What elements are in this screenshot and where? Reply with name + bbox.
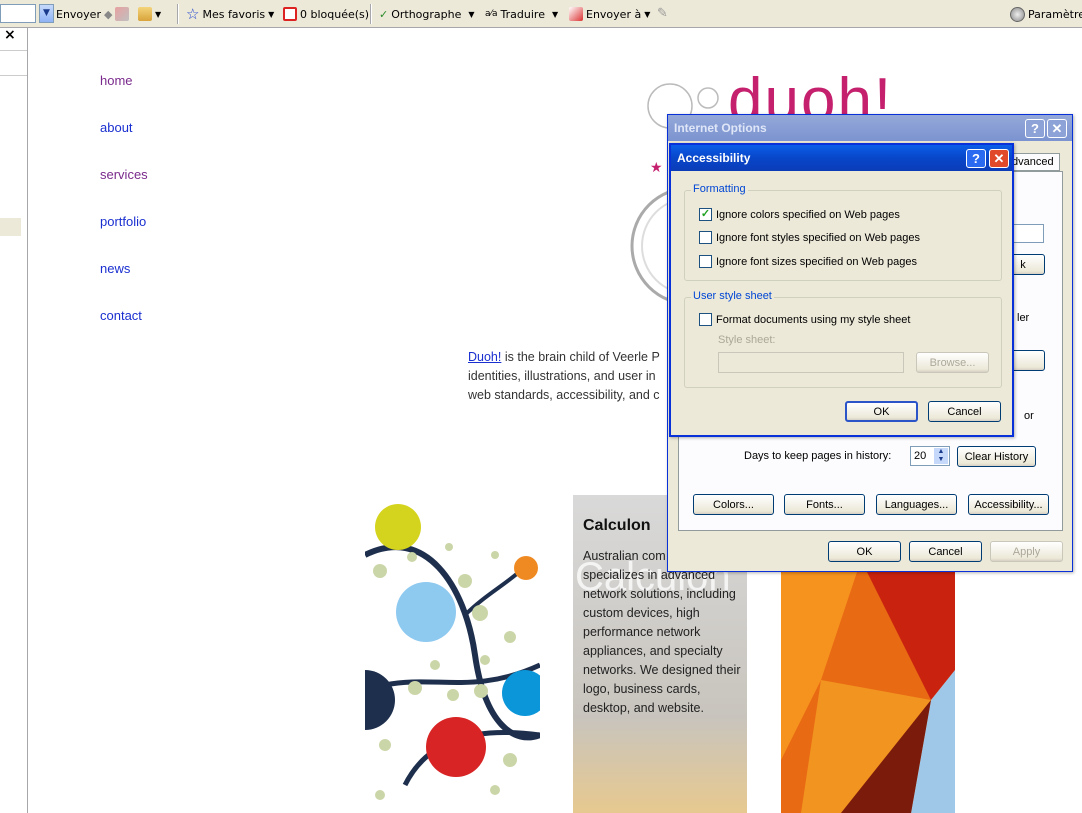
nav-portfolio[interactable]: portfolio (100, 214, 146, 229)
panel-divider (0, 50, 27, 51)
history-days-spinner[interactable]: 20 ▲ ▼ (910, 446, 950, 466)
fonts-button[interactable]: Fonts... (784, 494, 865, 515)
translate-icon: a⁄a (485, 9, 498, 19)
chevron-down-icon: ▼ (268, 9, 275, 19)
settings-icon (1010, 6, 1025, 22)
ignore-font-styles-checkbox[interactable]: Ignore font styles specified on Web page… (699, 231, 920, 244)
languages-button[interactable]: Languages... (876, 494, 957, 515)
cancel-button[interactable]: Cancel (928, 401, 1001, 422)
spelling-button[interactable]: ✓ Orthographe ▼ (379, 5, 475, 23)
group-label: User style sheet (691, 290, 774, 302)
ignore-font-sizes-checkbox[interactable]: Ignore font sizes specified on Web pages (699, 255, 917, 268)
favorites-button[interactable]: ☆ Mes favoris ▼ (186, 5, 274, 23)
style-sheet-input[interactable] (718, 352, 904, 373)
browser-toolbar: ▼ Envoyer ◆ ▼ ☆ Mes favoris ▼ 0 bloquée(… (0, 0, 1082, 28)
help-button[interactable]: ? (1025, 119, 1045, 138)
nav-news[interactable]: news (100, 261, 130, 276)
folder-icon (138, 7, 152, 21)
dialog-title: Accessibility (677, 151, 751, 165)
formatting-group: Formatting ✓ Ignore colors specified on W… (684, 183, 1002, 281)
colors-button[interactable]: Colors... (693, 494, 774, 515)
popup-blocker-icon (283, 7, 297, 21)
portfolio-artwork[interactable] (365, 495, 540, 813)
format-documents-checkbox[interactable]: Format documents using my style sheet (699, 313, 910, 326)
group-label: Formatting (691, 183, 748, 195)
toolbar-separator (370, 4, 372, 24)
intro-line: is the brain child of Veerle P (504, 350, 660, 364)
send-to-button[interactable]: Envoyer à ▼ (569, 5, 650, 23)
card-title: Calculon (583, 517, 651, 534)
card-description: Australian com Calculon specializes in a… (583, 549, 741, 715)
ok-button[interactable]: OK (828, 541, 901, 562)
nav-home[interactable]: home (100, 73, 133, 88)
apply-button[interactable]: Apply (990, 541, 1063, 562)
send-button[interactable]: Envoyer ◆ (56, 5, 112, 23)
tab-advanced[interactable]: dvanced (1008, 153, 1060, 171)
dialog-title: Internet Options (674, 121, 767, 135)
toolbar-separator (177, 4, 179, 24)
chevron-down-icon: ▼ (155, 9, 162, 19)
accessibility-titlebar: Accessibility (671, 145, 1012, 171)
side-panel (0, 28, 28, 813)
panel-selected-item[interactable] (0, 218, 21, 236)
forms-button[interactable]: ▼ (138, 5, 161, 23)
star-icon: ☆ (186, 5, 200, 23)
nav-about[interactable]: about (100, 120, 133, 135)
diamond-icon: ◆ (103, 7, 113, 21)
translate-button[interactable]: a⁄a Traduire ▼ (485, 5, 558, 23)
intro-line: web standards, accessibility, and c (468, 388, 660, 402)
history-days-label: Days to keep pages in history: (744, 450, 892, 462)
chevron-down-icon: ▼ (551, 9, 559, 19)
svg-text:★: ★ (650, 160, 663, 176)
duoh-link[interactable]: Duoh! (468, 350, 501, 364)
portfolio-artwork-geometric[interactable] (781, 560, 955, 813)
browse-button[interactable]: Browse... (916, 352, 989, 373)
ok-button[interactable]: OK (845, 401, 918, 422)
chevron-down-icon: ▼ (644, 9, 651, 19)
checkmark-icon[interactable]: ✓ (699, 208, 712, 221)
nav-contact[interactable]: contact (100, 308, 142, 323)
nav-services[interactable]: services (100, 167, 148, 182)
close-button[interactable]: ✕ (1047, 119, 1067, 138)
style-sheet-label: Style sheet: (718, 334, 776, 346)
eraser-icon[interactable] (115, 7, 129, 21)
ignore-colors-checkbox[interactable]: ✓ Ignore colors specified on Web pages (699, 208, 900, 221)
intro-paragraph: Duoh! is the brain child of Veerle P ide… (468, 348, 668, 405)
panel-divider (0, 75, 27, 76)
chevron-down-icon: ▼ (468, 9, 475, 19)
settings-button[interactable]: Paramètres (1010, 5, 1082, 23)
intro-line: identities, illustrations, and user in (468, 369, 656, 383)
user-style-sheet-group: User style sheet Format documents using … (684, 290, 1002, 388)
cancel-button[interactable]: Cancel (909, 541, 982, 562)
spinner-arrows-icon[interactable]: ▲ ▼ (934, 448, 948, 464)
highlighter-icon[interactable]: ✎ (657, 6, 668, 21)
accessibility-dialog: Accessibility ? ✕ Formatting ✓ Ignore col… (669, 143, 1014, 437)
address-dropdown[interactable]: ▼ (0, 3, 54, 23)
clear-history-button[interactable]: Clear History (957, 446, 1036, 467)
spellcheck-icon: ✓ (379, 7, 389, 21)
internet-options-titlebar: Internet Options (668, 115, 1072, 141)
send-to-icon (569, 7, 583, 21)
close-button[interactable]: ✕ (989, 149, 1009, 168)
accessibility-button[interactable]: Accessibility... (968, 494, 1049, 515)
help-button[interactable]: ? (966, 149, 986, 168)
partial-label: ler (1017, 312, 1030, 324)
popup-blocked-button[interactable]: 0 bloquée(s) (283, 5, 369, 23)
partial-label: or (1024, 410, 1034, 422)
close-icon[interactable]: × (4, 27, 16, 43)
